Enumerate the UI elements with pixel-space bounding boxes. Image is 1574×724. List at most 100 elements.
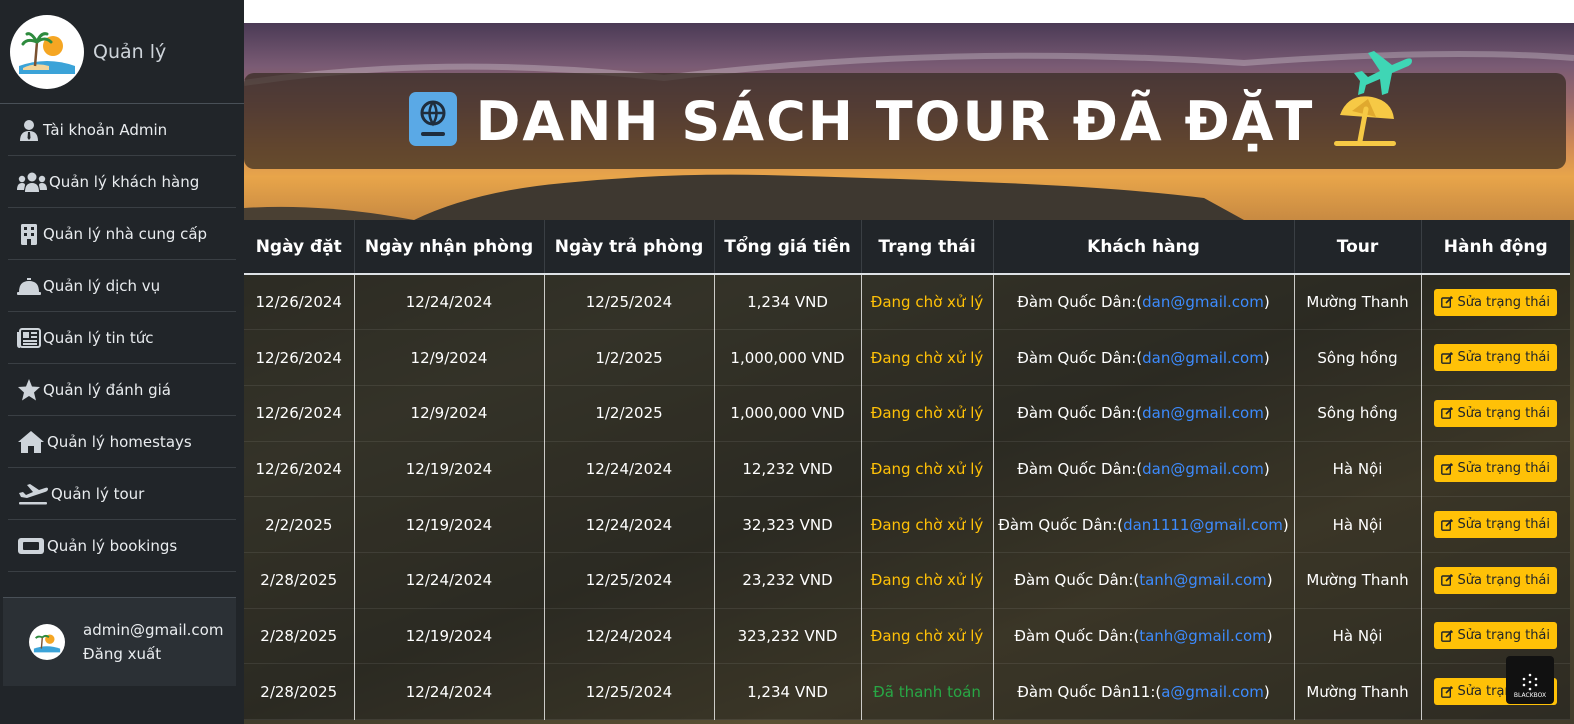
action-cell: Sửa trạng thái — [1421, 274, 1570, 331]
edit-status-button[interactable]: Sửa trạng thái — [1434, 455, 1558, 483]
customer-cell: Đàm Quốc Dân:(dan@gmail.com) — [993, 441, 1295, 498]
sidebar-item-services[interactable]: Quản lý dịch vụ — [8, 260, 236, 312]
column-header[interactable]: Tour — [1294, 220, 1422, 275]
logo-icon[interactable] — [10, 14, 84, 89]
edit-status-button[interactable]: Sửa trạng thái — [1434, 566, 1558, 594]
column-header[interactable]: Trạng thái — [861, 220, 994, 275]
total-price-cell: 1,234 VND — [714, 274, 862, 331]
sidebar-item-bookings[interactable]: Quản lý bookings — [8, 520, 236, 572]
customer-email-link[interactable]: dan@gmail.com — [1142, 293, 1264, 311]
edit-status-button[interactable]: Sửa trạng thái — [1434, 399, 1558, 427]
hero-banner: DANH SÁCH TOUR ĐÃ ĐẶT — [244, 23, 1574, 220]
action-cell: Sửa trạng thái — [1421, 329, 1570, 386]
status-cell: Đang chờ xử lý — [861, 552, 994, 609]
table-row: 2/2/2025 12/19/2024 12/24/2024 32,323 VND Đa… — [244, 496, 1570, 553]
sidebar-item-homestays[interactable]: Quản lý homestays — [8, 416, 236, 468]
airplane-icon — [1352, 45, 1414, 103]
total-price-cell: 12,232 VND — [714, 441, 862, 498]
page-title: DANH SÁCH TOUR ĐÃ ĐẶT — [475, 89, 1315, 153]
edit-status-button[interactable]: Sửa trạng thái — [1434, 511, 1558, 539]
customer-email-link[interactable]: dan1111@gmail.com — [1123, 516, 1283, 534]
column-header[interactable]: Ngày đặt — [244, 220, 355, 275]
tour-cell: Sông hồng — [1294, 385, 1422, 442]
edit-status-button[interactable]: Sửa trạng thái — [1434, 622, 1558, 650]
customer-cell: Đàm Quốc Dân11:(a@gmail.com) — [993, 663, 1295, 720]
customer-email-link[interactable]: a@gmail.com — [1161, 683, 1264, 701]
column-header[interactable]: Khách hàng — [993, 220, 1295, 275]
user-email: admin@gmail.com — [83, 621, 224, 639]
edit-status-button[interactable]: Sửa trạng thái — [1434, 288, 1558, 316]
customer-email-link[interactable]: dan@gmail.com — [1142, 460, 1264, 478]
customer-name: Đàm Quốc Dân — [1014, 626, 1129, 645]
sidebar-item-label: Quản lý bookings — [47, 536, 178, 555]
table-row: 12/26/2024 12/24/2024 12/25/2024 1,234 VND Đ… — [244, 274, 1570, 331]
checkin-date-cell: 12/24/2024 — [354, 552, 545, 609]
checkin-date-cell: 12/24/2024 — [354, 663, 545, 720]
customer-name: Đàm Quốc Dân — [998, 515, 1113, 534]
status-cell: Đã thanh toán — [861, 663, 994, 720]
table-row: 12/26/2024 12/9/2024 1/2/2025 1,000,000 VND… — [244, 385, 1570, 442]
watermark-badge: BLACKBOX — [1506, 656, 1554, 704]
checkout-date-cell: 12/24/2024 — [544, 608, 715, 665]
customer-email-link[interactable]: dan@gmail.com — [1142, 349, 1264, 367]
tour-cell: Hà Nội — [1294, 496, 1422, 553]
table-row: 2/28/2025 12/24/2024 12/25/2024 23,232 VND Đ… — [244, 552, 1570, 609]
checkout-date-cell: 1/2/2025 — [544, 385, 715, 442]
edit-status-label: Sửa trạng thái — [1457, 405, 1551, 421]
sidebar-item-admin-account[interactable]: Tài khoản Admin — [8, 104, 236, 156]
tour-cell: Mường Thanh — [1294, 274, 1422, 331]
tour-cell: Sông hồng — [1294, 329, 1422, 386]
checkout-date-cell: 12/25/2024 — [544, 552, 715, 609]
sidebar-item-news[interactable]: Quản lý tin tức — [8, 312, 236, 364]
total-price-cell: 1,000,000 VND — [714, 385, 862, 442]
customer-email-link[interactable]: tanh@gmail.com — [1139, 627, 1267, 645]
customer-name: Đàm Quốc Dân — [1014, 571, 1129, 590]
customer-email-link[interactable]: dan@gmail.com — [1142, 404, 1264, 422]
action-cell: Sửa trạng thái — [1421, 552, 1570, 609]
table-row: 12/26/2024 12/19/2024 12/24/2024 12,232 VND… — [244, 441, 1570, 498]
passport-icon — [408, 91, 458, 151]
status-cell: Đang chờ xử lý — [861, 441, 994, 498]
table-row: 12/26/2024 12/9/2024 1/2/2025 1,000,000 VND… — [244, 329, 1570, 386]
edit-icon — [1441, 351, 1454, 364]
sidebar-item-label: Quản lý dịch vụ — [43, 276, 161, 295]
checkout-date-cell: 12/24/2024 — [544, 441, 715, 498]
booked-date-cell: 12/26/2024 — [244, 274, 355, 331]
tour-cell: Mường Thanh — [1294, 663, 1422, 720]
status-cell: Đang chờ xử lý — [861, 496, 994, 553]
column-header[interactable]: Ngày trả phòng — [544, 220, 715, 275]
table-header-row: Ngày đặt Ngày nhận phòng Ngày trả phòng … — [244, 220, 1570, 275]
sidebar-title: Quản lý — [93, 40, 167, 63]
customer-name: Đàm Quốc Dân — [1017, 348, 1132, 367]
sidebar-item-customers[interactable]: Quản lý khách hàng — [8, 156, 236, 208]
plane-departure-icon — [17, 482, 49, 506]
booked-date-cell: 2/28/2025 — [244, 608, 355, 665]
edit-icon — [1441, 296, 1454, 308]
sidebar-item-reviews[interactable]: Quản lý đánh giá — [8, 364, 236, 416]
column-header[interactable]: Ngày nhận phòng — [354, 220, 545, 275]
avatar[interactable] — [29, 624, 65, 660]
customer-email-link[interactable]: tanh@gmail.com — [1139, 571, 1267, 589]
edit-status-button[interactable]: Sửa trạng thái — [1434, 344, 1558, 372]
status-cell: Đang chờ xử lý — [861, 608, 994, 665]
edit-icon — [1441, 685, 1454, 698]
total-price-cell: 323,232 VND — [714, 608, 862, 665]
customer-cell: Đàm Quốc Dân:(dan1111@gmail.com) — [993, 496, 1295, 553]
sidebar-item-suppliers[interactable]: Quản lý nhà cung cấp — [8, 208, 236, 260]
total-price-cell: 23,232 VND — [714, 552, 862, 609]
customer-cell: Đàm Quốc Dân:(tanh@gmail.com) — [993, 608, 1295, 665]
sidebar-item-tours[interactable]: Quản lý tour — [8, 468, 236, 520]
booked-date-cell: 12/26/2024 — [244, 329, 355, 386]
checkout-date-cell: 12/25/2024 — [544, 663, 715, 720]
edit-status-label: Sửa trạng thái — [1457, 294, 1551, 310]
logout-link[interactable]: Đăng xuất — [83, 642, 223, 666]
edit-icon — [1441, 518, 1454, 531]
status-cell: Đang chờ xử lý — [861, 274, 994, 331]
action-cell: Sửa trạng thái — [1421, 385, 1570, 442]
customer-cell: Đàm Quốc Dân:(dan@gmail.com) — [993, 274, 1295, 331]
column-header[interactable]: Tổng giá tiền — [714, 220, 862, 275]
column-header[interactable]: Hành động — [1421, 220, 1570, 275]
edit-icon — [1441, 462, 1454, 475]
customer-cell: Đàm Quốc Dân:(tanh@gmail.com) — [993, 552, 1295, 609]
checkin-date-cell: 12/19/2024 — [354, 496, 545, 553]
